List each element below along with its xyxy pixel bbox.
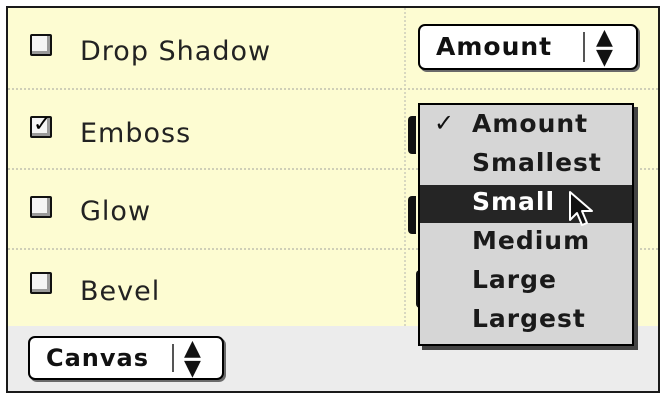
canvas-popup-label: Canvas: [46, 344, 150, 372]
menu-item-large[interactable]: Large: [420, 263, 632, 301]
popup-separator: [172, 344, 174, 372]
menu-item-label: Largest: [472, 304, 586, 333]
menu-item-label: Medium: [472, 226, 591, 255]
drop-shadow-label[interactable]: Drop Shadow: [80, 36, 271, 67]
mouse-pointer-icon: [569, 191, 593, 226]
amount-dropdown-menu: ✓ Amount Smallest Small Medium Large Lar…: [418, 103, 634, 346]
glow-label[interactable]: Glow: [80, 196, 151, 227]
up-down-arrows-icon: ▲ ▼: [184, 336, 201, 381]
emboss-checkbox[interactable]: ✓: [30, 112, 52, 138]
menu-item-label: Amount: [472, 109, 589, 138]
menu-item-small[interactable]: Small: [420, 185, 632, 223]
glow-popup-edge[interactable]: [408, 196, 416, 234]
emboss-label[interactable]: Emboss: [80, 118, 191, 149]
glow-checkbox[interactable]: [30, 196, 52, 218]
checkmark-icon: ✓: [33, 112, 52, 137]
menu-item-smallest[interactable]: Smallest: [420, 146, 632, 184]
effects-panel: Drop Shadow Amount ▲ ▼ ✓ Emboss Glow Beve…: [6, 6, 660, 393]
menu-item-label: Small: [472, 187, 556, 216]
amount-popup-button[interactable]: Amount ▲ ▼: [418, 24, 638, 70]
popup-separator: [583, 32, 585, 62]
menu-checkmark-icon: ✓: [434, 109, 455, 137]
menu-item-amount[interactable]: ✓ Amount: [420, 107, 632, 145]
menu-item-label: Large: [472, 265, 557, 294]
up-down-arrows-icon: ▲ ▼: [596, 25, 613, 70]
menu-item-medium[interactable]: Medium: [420, 224, 632, 262]
amount-popup-label: Amount: [436, 32, 553, 61]
menu-item-label: Smallest: [472, 148, 602, 177]
emboss-popup-edge[interactable]: [408, 116, 416, 154]
effect-row-drop-shadow: Drop Shadow Amount ▲ ▼: [8, 8, 658, 88]
canvas-popup-button[interactable]: Canvas ▲ ▼: [28, 336, 224, 380]
bevel-label[interactable]: Bevel: [80, 276, 160, 307]
drop-shadow-checkbox[interactable]: [30, 34, 52, 56]
bevel-checkbox[interactable]: [30, 272, 52, 294]
menu-item-largest[interactable]: Largest: [420, 302, 632, 340]
